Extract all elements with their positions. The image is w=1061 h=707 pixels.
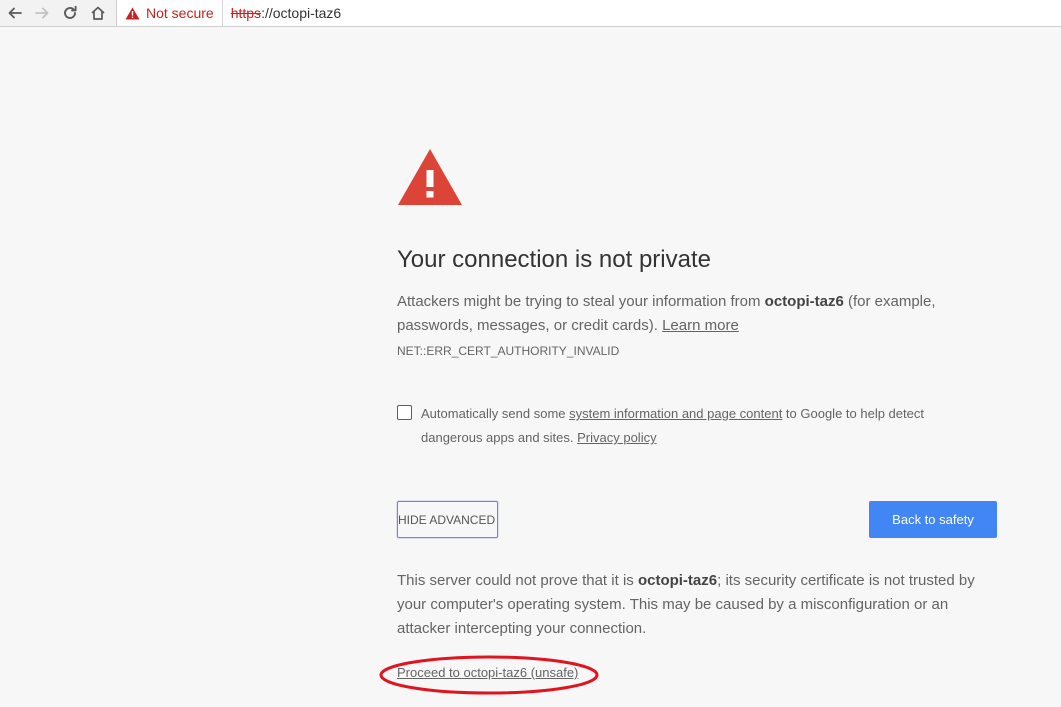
reload-button[interactable] [59,3,81,23]
back-to-safety-button[interactable]: Back to safety [869,501,997,538]
url-host: octopi-taz6 [272,5,342,21]
optin-label: Automatically send some system informati… [421,402,951,450]
details-prefix: This server could not prove that it is [397,572,638,589]
main-message: Attackers might be trying to steal your … [397,290,957,338]
security-chip[interactable]: Not secure [125,0,223,26]
url-scheme: https [230,5,262,21]
optin-prefix: Automatically send some [421,406,570,421]
details-host: octopi-taz6 [637,572,718,589]
extended-reporting-checkbox[interactable] [397,405,412,420]
security-chip-label: Not secure [146,5,214,21]
home-button[interactable] [87,3,109,23]
reload-icon [64,5,77,19]
details-message: This server could not prove that it is o… [397,569,987,641]
proceed-unsafe-link[interactable]: Proceed to octopi-taz6 (unsafe) [397,665,578,680]
home-icon [91,6,105,20]
error-code: NET::ERR_CERT_AUTHORITY_INVALID [397,344,620,358]
page-title: Your connection is not private [397,246,711,273]
back-button[interactable] [4,3,26,23]
forward-button[interactable] [31,3,53,23]
warning-triangle-icon [398,149,462,205]
url-separator: :// [261,5,273,21]
browser-toolbar: Not secure https://octopi-taz6 [0,0,1061,27]
main-message-host: octopi-taz6 [764,293,844,310]
arrow-left-icon [8,7,22,19]
main-message-prefix: Attackers might be trying to steal your … [397,293,765,310]
warning-triangle-icon [125,7,140,20]
hide-advanced-button[interactable]: HIDE ADVANCED [397,501,498,538]
address-bar[interactable]: Not secure https://octopi-taz6 [116,0,1061,26]
system-info-link[interactable]: system information and page content [569,406,782,421]
privacy-policy-link[interactable]: Privacy policy [577,430,656,445]
extended-reporting-optin: Automatically send some system informati… [397,402,957,450]
arrow-right-icon [35,7,49,19]
url-text[interactable]: https://octopi-taz6 [231,5,342,21]
learn-more-link[interactable]: Learn more [662,317,739,334]
